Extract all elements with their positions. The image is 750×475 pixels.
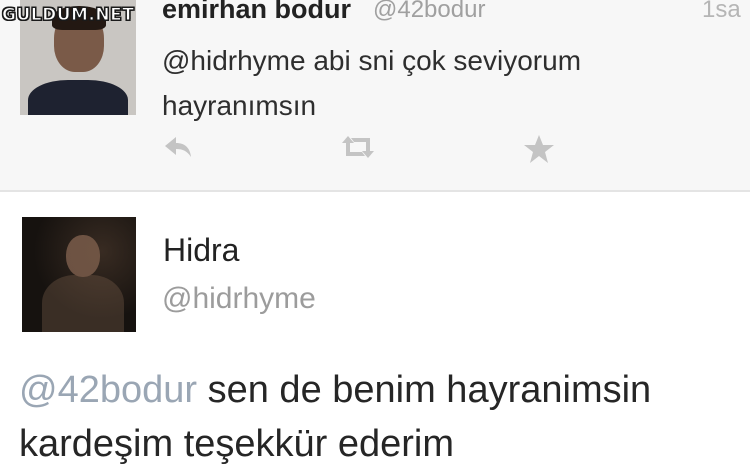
tweet-emirhan[interactable]: emirhan bodur @42bodur 1sa @hidrhyme abi… (0, 0, 750, 190)
tweet-text-line: hayranımsın (162, 90, 317, 121)
tweet-author-handle[interactable]: @hidrhyme (162, 282, 316, 316)
tweet-text: @42bodur sen de benim hayranimsin kardeş… (19, 363, 739, 471)
tweet-text-line: @hidrhyme abi sni çok seviyorum (162, 45, 582, 76)
tweet-divider (0, 190, 750, 192)
reply-icon[interactable] (162, 134, 194, 165)
tweet-text-line: kardeşim teşekkür ederim (19, 423, 455, 465)
tweet-text-fragment: sen de benim hayranimsin (197, 369, 652, 411)
tweet-text: @hidrhyme abi sni çok seviyorum hayranım… (162, 38, 722, 128)
tweet-timestamp[interactable]: 1sa (702, 0, 741, 24)
tweet-text-line: @42bodur sen de benim hayranimsin (19, 363, 739, 417)
retweet-icon[interactable] (338, 134, 378, 165)
tweet-author-name[interactable]: emirhan bodur (162, 0, 351, 25)
tweet-author-name[interactable]: Hidra (163, 232, 239, 269)
avatar[interactable] (22, 217, 136, 332)
tweet-author-handle[interactable]: @42bodur (373, 0, 485, 24)
site-watermark: GULDUM.NET (1, 5, 135, 26)
tweet-actions (0, 134, 750, 168)
star-icon[interactable] (523, 134, 555, 169)
mention-link[interactable]: @42bodur (19, 369, 197, 411)
